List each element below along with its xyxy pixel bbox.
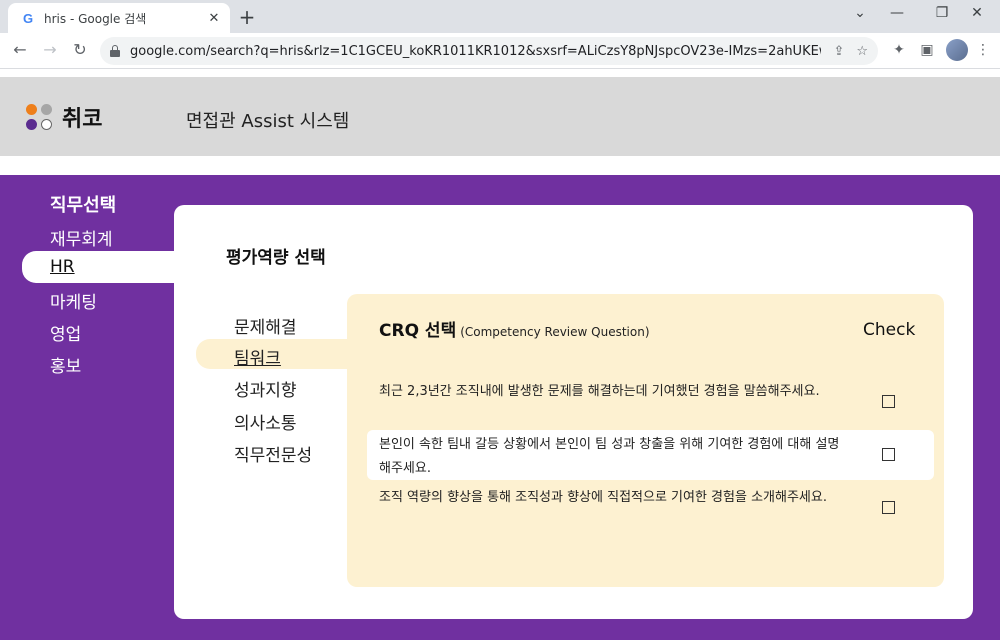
new-tab-icon[interactable]: + [236, 5, 258, 29]
restore-icon[interactable]: ❐ [927, 5, 957, 21]
sidebar-item-marketing[interactable]: 마케팅 [50, 288, 97, 313]
competency-expertise[interactable]: 직무전문성 [234, 441, 312, 466]
logo-text: 취코 [62, 107, 103, 132]
question-row: 조직 역량의 향상을 통해 조직성과 향상에 직접적으로 기여한 경험을 소개해… [367, 483, 934, 533]
content-panel: 평가역량 선택 문제해결 팀워크 성과지향 의사소통 직무전문성 CRQ 선택(… [174, 205, 973, 619]
url-text: google.com/search?q=hris&rlz=1C1GCEU_koK… [130, 43, 822, 59]
menu-kebab-icon[interactable]: ⋮ [974, 42, 992, 58]
question-text: 본인이 속한 팀내 갈등 상황에서 본인이 팀 성과 창출을 위해 기여한 경험… [379, 437, 840, 476]
reload-icon[interactable]: ↻ [70, 40, 90, 59]
tab-title: hris - Google 검색 [44, 11, 147, 26]
close-window-icon[interactable]: ✕ [962, 5, 992, 21]
app-title: 면접관 Assist 시스템 [186, 111, 350, 132]
competency-problem-solving[interactable]: 문제해결 [234, 313, 297, 338]
question-checkbox[interactable] [882, 395, 895, 408]
panel-title: 평가역량 선택 [226, 248, 326, 268]
minimize-icon[interactable]: — [882, 5, 912, 21]
question-row: 본인이 속한 팀내 갈등 상황에서 본인이 팀 성과 창출을 위해 기여한 경험… [367, 430, 934, 480]
crq-title: CRQ 선택 (Competency Review Question) [379, 316, 650, 341]
browser-tabbar: G hris - Google 검색 ✕ + ⌄ — ❐ ✕ [0, 0, 1000, 33]
back-arrow-icon[interactable]: ← [10, 40, 30, 59]
crq-box: CRQ 선택 (Competency Review Question) Check… [347, 294, 944, 587]
google-favicon-icon: G [22, 10, 34, 26]
check-column-header: Check [863, 320, 916, 340]
question-text: 조직 역량의 향상을 통해 조직성과 향상에 직접적으로 기여한 경험을 소개해… [379, 490, 827, 505]
competency-teamwork[interactable]: 팀워크 [234, 344, 281, 369]
question-text: 최근 2,3년간 조직내에 발생한 문제를 해결하는데 기여했던 경험을 말씀해… [379, 384, 820, 399]
sidebar-active-tab [22, 251, 192, 283]
sidebar-item-sales[interactable]: 영업 [50, 320, 81, 345]
question-checkbox[interactable] [882, 501, 895, 514]
lock-icon [110, 45, 120, 57]
main-area: 직무선택 재무회계 HR 마케팅 영업 홍보 평가역량 선택 문제해결 팀워크 … [0, 175, 1000, 640]
browser-tab[interactable]: G hris - Google 검색 ✕ [8, 3, 230, 33]
sidebar-item-hr[interactable]: HR [50, 257, 75, 277]
sidebar-item-finance[interactable]: 재무회계 [50, 225, 113, 250]
logo-icon [26, 104, 54, 132]
extensions-puzzle-icon[interactable]: ✦ [890, 42, 908, 58]
address-bar[interactable]: google.com/search?q=hris&rlz=1C1GCEU_koK… [100, 37, 878, 65]
competency-performance[interactable]: 성과지향 [234, 376, 297, 401]
question-checkbox[interactable] [882, 448, 895, 461]
profile-avatar[interactable] [946, 39, 968, 61]
crq-subtitle: (Competency Review Question) [460, 325, 650, 339]
question-row: 최근 2,3년간 조직내에 발생한 문제를 해결하는데 기여했던 경험을 말씀해… [367, 377, 934, 427]
crq-title-text: CRQ 선택 [379, 321, 457, 341]
forward-arrow-icon[interactable]: → [40, 40, 60, 59]
competency-communication[interactable]: 의사소통 [234, 409, 297, 434]
share-icon[interactable]: ⇪ [833, 44, 844, 59]
app-header: 취코 면접관 Assist 시스템 [0, 77, 1000, 156]
close-tab-icon[interactable]: ✕ [206, 11, 222, 26]
sidebar-item-pr[interactable]: 홍보 [50, 352, 81, 377]
sidebar-heading: 직무선택 [50, 195, 117, 216]
browser-toolbar: ← → ↻ google.com/search?q=hris&rlz=1C1GC… [0, 33, 1000, 69]
tab-search-chevron-icon[interactable]: ⌄ [845, 5, 875, 21]
side-panel-icon[interactable]: ▣ [918, 42, 936, 58]
bookmark-star-icon[interactable]: ☆ [856, 44, 868, 59]
